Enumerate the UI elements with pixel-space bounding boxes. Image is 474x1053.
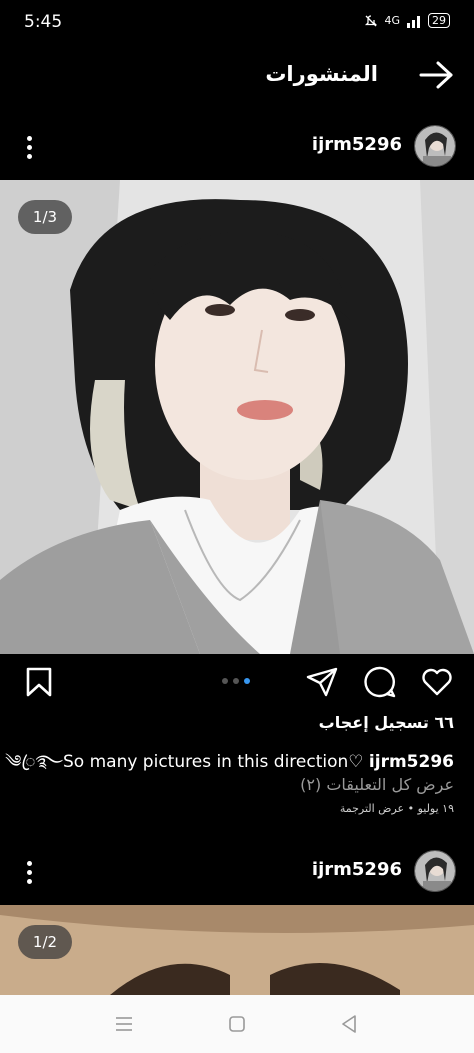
action-bar bbox=[0, 660, 474, 708]
image-counter-badge: 1/3 bbox=[18, 200, 72, 234]
battery-indicator: 29 bbox=[428, 13, 450, 28]
back-icon[interactable] bbox=[340, 1014, 358, 1034]
more-options-icon[interactable] bbox=[22, 134, 36, 162]
post-username[interactable]: ijrm5296 bbox=[312, 859, 402, 880]
system-nav-bar bbox=[0, 995, 474, 1053]
top-header bbox=[0, 50, 474, 100]
post-image[interactable] bbox=[0, 905, 474, 995]
back-arrow-icon[interactable] bbox=[418, 60, 454, 90]
image-counter-badge: 1/2 bbox=[18, 925, 72, 959]
post-header: ijrm5296 bbox=[0, 845, 474, 897]
status-icons: 4G 29 bbox=[364, 13, 450, 28]
caption-decoration: ༄ꦿ࿐ bbox=[5, 752, 63, 772]
caption-text: So many pictures in this direction♡ bbox=[63, 752, 364, 772]
post-image[interactable] bbox=[0, 180, 474, 654]
signal-icon bbox=[407, 15, 420, 28]
page-title: المنشورات bbox=[265, 62, 378, 86]
avatar[interactable] bbox=[414, 125, 456, 167]
post-username[interactable]: ijrm5296 bbox=[312, 134, 402, 155]
home-icon[interactable] bbox=[228, 1015, 246, 1033]
status-time: 5:45 bbox=[24, 12, 63, 32]
likes-count[interactable]: ٦٦ تسجيل إعجاب bbox=[319, 713, 454, 732]
bookmark-icon[interactable] bbox=[22, 665, 56, 699]
menu-icon[interactable] bbox=[114, 1015, 134, 1033]
share-icon[interactable] bbox=[305, 665, 339, 699]
avatar[interactable] bbox=[414, 850, 456, 892]
post-meta[interactable]: ١٩ يوليو • عرض الترجمة bbox=[340, 802, 454, 815]
carousel-indicator bbox=[222, 678, 250, 684]
network-label: 4G bbox=[384, 14, 400, 27]
like-heart-icon[interactable] bbox=[420, 665, 454, 699]
more-options-icon[interactable] bbox=[22, 859, 36, 887]
view-all-comments-link[interactable]: عرض كل التعليقات (٢) bbox=[300, 775, 454, 794]
comment-icon[interactable] bbox=[363, 665, 397, 699]
status-bar: 5:45 4G 29 bbox=[0, 0, 474, 44]
post-header: ijrm5296 bbox=[0, 120, 474, 172]
caption-username[interactable]: ijrm5296 bbox=[369, 752, 454, 772]
mute-icon bbox=[365, 14, 378, 26]
